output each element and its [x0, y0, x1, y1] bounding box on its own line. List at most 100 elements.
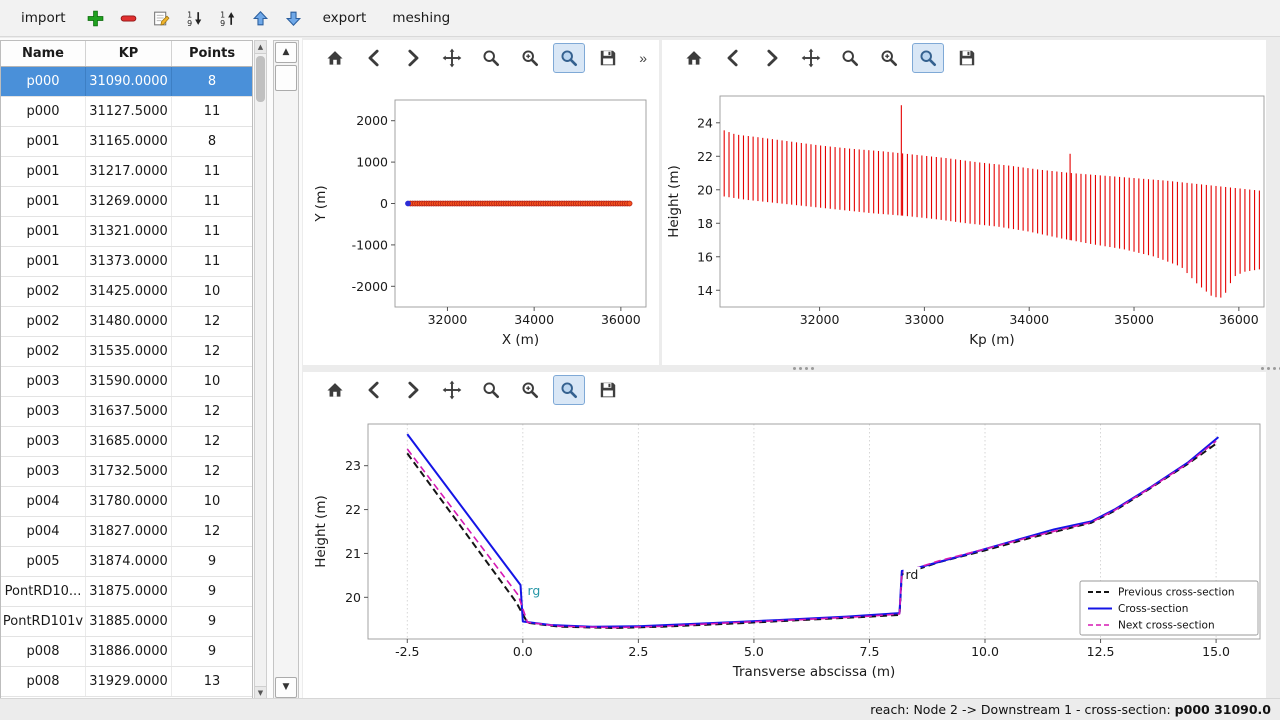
- forward-button[interactable]: [397, 375, 429, 405]
- cell-name: p002: [1, 277, 86, 306]
- move-down-button[interactable]: [279, 4, 308, 33]
- back-button[interactable]: [358, 43, 390, 73]
- table-row[interactable]: p00131217.000011: [1, 157, 252, 187]
- svg-text:22: 22: [697, 149, 713, 164]
- home-button[interactable]: [319, 375, 351, 405]
- table-row[interactable]: p00231480.000012: [1, 307, 252, 337]
- splitter-handle-icon[interactable]: [793, 367, 814, 370]
- table-row[interactable]: p00831886.00009: [1, 637, 252, 667]
- horizontal-splitter[interactable]: [303, 365, 1280, 372]
- table-row[interactable]: PontRD10...31875.00009: [1, 577, 252, 607]
- profile-chart[interactable]: 3200033000340003500036000141618202224Kp …: [662, 76, 1266, 368]
- table-row[interactable]: p00331732.500012: [1, 457, 252, 487]
- subplots-button[interactable]: [514, 43, 546, 73]
- column-header-points[interactable]: Points: [172, 41, 252, 66]
- cross-section-chart[interactable]: -2.50.02.55.07.510.012.515.020212223Tran…: [303, 408, 1266, 698]
- cell-points: 10: [172, 367, 252, 396]
- save-button[interactable]: [592, 375, 624, 405]
- column-header-kp[interactable]: KP: [86, 41, 172, 66]
- pan-button[interactable]: [436, 43, 468, 73]
- cell-name: p003: [1, 427, 86, 456]
- scrollbar-thumb[interactable]: [256, 56, 265, 102]
- svg-text:33000: 33000: [905, 312, 945, 327]
- back-button[interactable]: [358, 375, 390, 405]
- cell-name: PontRD10...: [1, 577, 86, 606]
- table-row[interactable]: p00531874.00009: [1, 547, 252, 577]
- zoom-button[interactable]: [475, 43, 507, 73]
- svg-text:22: 22: [345, 502, 361, 517]
- svg-text:20: 20: [697, 182, 713, 197]
- main-toolbar: import 19 19 export meshing: [0, 0, 1280, 37]
- customize-button[interactable]: [912, 43, 944, 73]
- table-row[interactable]: p00131373.000011: [1, 247, 252, 277]
- home-button[interactable]: [319, 43, 351, 73]
- table-row[interactable]: p00231535.000012: [1, 337, 252, 367]
- cell-kp: 31590.0000: [86, 367, 172, 396]
- subplots-button[interactable]: [873, 43, 905, 73]
- plan-view-chart[interactable]: 320003400036000-2000-1000010002000X (m)Y…: [303, 76, 659, 368]
- table-row[interactable]: p00331637.500012: [1, 397, 252, 427]
- save-button[interactable]: [592, 43, 624, 73]
- table-row[interactable]: p00331590.000010: [1, 367, 252, 397]
- panel-scrollbar[interactable]: ▲ ▼: [273, 40, 299, 700]
- svg-text:10.0: 10.0: [971, 644, 999, 659]
- save-button[interactable]: [951, 43, 983, 73]
- export-button[interactable]: export: [312, 5, 378, 31]
- zoom-button[interactable]: [834, 43, 866, 73]
- cell-name: p004: [1, 517, 86, 546]
- forward-button[interactable]: [756, 43, 788, 73]
- table-row[interactable]: PontRD101v31885.00009: [1, 607, 252, 637]
- table-row[interactable]: p00431827.000012: [1, 517, 252, 547]
- splitter-handle-icon[interactable]: [1261, 367, 1280, 370]
- legend: Previous cross-sectionCross-sectionNext …: [1080, 581, 1258, 635]
- cell-kp: 31685.0000: [86, 427, 172, 456]
- table-row[interactable]: p00131321.000011: [1, 217, 252, 247]
- svg-text:0.0: 0.0: [513, 644, 533, 659]
- scroll-up-icon[interactable]: ▲: [255, 41, 266, 54]
- meshing-button[interactable]: meshing: [381, 5, 461, 31]
- edit-section-button[interactable]: [147, 4, 176, 33]
- move-up-button[interactable]: [246, 4, 275, 33]
- table-row[interactable]: p00831929.000013: [1, 667, 252, 697]
- table-row[interactable]: p00031090.00008: [1, 67, 252, 97]
- table-row[interactable]: p00431780.000010: [1, 487, 252, 517]
- table-row[interactable]: p00131269.000011: [1, 187, 252, 217]
- pan-button[interactable]: [795, 43, 827, 73]
- cell-points: 9: [172, 607, 252, 636]
- sort-ascending-button[interactable]: 19: [180, 4, 209, 33]
- sort-descending-button[interactable]: 19: [213, 4, 242, 33]
- svg-text:Next cross-section: Next cross-section: [1118, 620, 1215, 632]
- import-button[interactable]: import: [10, 5, 77, 31]
- status-bar: reach: Node 2 -> Downstream 1 - cross-se…: [0, 698, 1280, 720]
- table-row[interactable]: p00031127.500011: [1, 97, 252, 127]
- customize-button[interactable]: [553, 43, 585, 73]
- svg-text:0: 0: [380, 196, 388, 211]
- pan-icon: [801, 48, 821, 68]
- table-row[interactable]: p00331685.000012: [1, 427, 252, 457]
- table-scrollbar[interactable]: ▲ ▼: [254, 40, 267, 700]
- svg-text:34000: 34000: [1009, 312, 1049, 327]
- panel-scroll-down-button[interactable]: ▼: [275, 677, 297, 698]
- panel-scrollbar-thumb[interactable]: [275, 65, 297, 91]
- svg-text:16: 16: [697, 249, 713, 264]
- sort-asc-icon: 19: [185, 9, 204, 28]
- toolbar-overflow-button[interactable]: »: [635, 48, 651, 68]
- customize-button[interactable]: [553, 375, 585, 405]
- table-row[interactable]: p00231425.000010: [1, 277, 252, 307]
- forward-icon: [403, 48, 423, 68]
- add-section-button[interactable]: [81, 4, 110, 33]
- forward-button[interactable]: [397, 43, 429, 73]
- cell-kp: 31886.0000: [86, 637, 172, 666]
- zoom-button[interactable]: [475, 375, 507, 405]
- subplots-button[interactable]: [514, 375, 546, 405]
- remove-section-button[interactable]: [114, 4, 143, 33]
- column-header-name[interactable]: Name: [1, 41, 86, 66]
- plan-view-toolbar: »: [303, 40, 659, 76]
- pan-button[interactable]: [436, 375, 468, 405]
- table-row[interactable]: p00131165.00008: [1, 127, 252, 157]
- panel-scroll-up-button[interactable]: ▲: [275, 42, 297, 63]
- cell-points: 12: [172, 337, 252, 366]
- back-button[interactable]: [717, 43, 749, 73]
- cell-points: 8: [172, 67, 252, 96]
- home-button[interactable]: [678, 43, 710, 73]
